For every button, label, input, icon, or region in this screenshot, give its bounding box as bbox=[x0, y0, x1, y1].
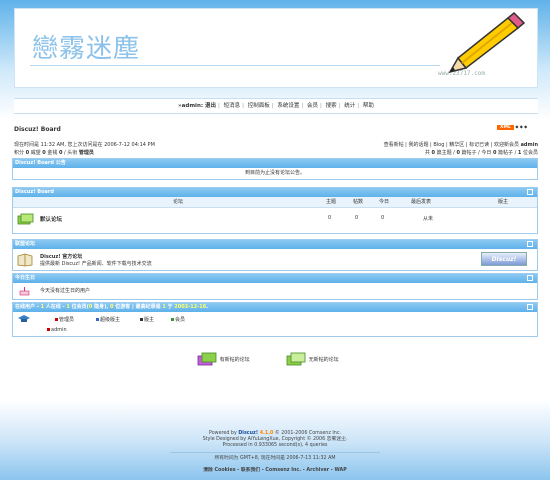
birthday-section: 今日生日 今天没有过生日的用户 bbox=[12, 273, 538, 300]
legend-new-posts: 有新帖的论坛 bbox=[196, 352, 250, 367]
legend-mod: 版主 bbox=[140, 316, 154, 323]
book-icon bbox=[17, 253, 33, 267]
quick-links: 查看新帖 | 我的话题 | Blog | 精华区 | 标记已读 | 欢迎新会员 … bbox=[384, 141, 538, 157]
menu-stats[interactable]: 统计 bbox=[344, 103, 355, 109]
birthday-text: 今天没有过生日的用户 bbox=[40, 288, 91, 294]
col-today: 今日 bbox=[379, 199, 390, 205]
site-logo[interactable]: 戀霧迷塵 bbox=[32, 28, 140, 65]
processing-time: Processed in 0.933065 second(s), 4 queri… bbox=[222, 443, 328, 448]
discuz-logo-button[interactable]: Discuz! bbox=[481, 252, 527, 266]
collapse-icon[interactable] bbox=[527, 241, 533, 247]
table-row: 默认论坛 0 0 0 从未 bbox=[13, 208, 537, 230]
no-new-posts-icon bbox=[286, 352, 306, 366]
pencil-icon bbox=[448, 11, 526, 74]
top-menu: »admin: 退出 | 短消息 | 控制面板 | 系统设置 | 会员 | 搜索 | 统计 |… bbox=[14, 98, 538, 114]
col-topics: 主题 bbox=[326, 199, 337, 205]
collapse-icon[interactable] bbox=[527, 189, 533, 195]
forum-list-header: Discuz! Board bbox=[13, 188, 537, 197]
announcement-section: Discuz! Board 公告 到目前为止没有论坛公告。 bbox=[12, 158, 538, 180]
partner-forum-link[interactable]: Discuz! 官方论坛 bbox=[40, 253, 82, 260]
forum-posts: 0 bbox=[355, 215, 359, 221]
forum-list-section: Discuz! Board 论坛 主题 帖数 今日 最后发表 版主 默认论坛 0… bbox=[12, 187, 538, 234]
board-title[interactable]: Discuz! Board bbox=[14, 126, 61, 133]
user-legend: 管理员 超级版主 版主 会员 bbox=[13, 312, 537, 325]
birthday-header: 今日生日 bbox=[13, 274, 537, 283]
announcement-text: 到目前为止没有论坛公告。 bbox=[244, 170, 305, 176]
user-credits: 积分 0 威望 0 金钱 0 / 头衔 管理员 bbox=[14, 150, 94, 156]
graduation-cap-icon bbox=[18, 315, 30, 322]
feed-controls: XML ◆ ◆ ◆ bbox=[497, 124, 527, 130]
menu-members[interactable]: 会员 bbox=[307, 103, 318, 109]
user-info: 现在时间是 11:32 AM, 您上次访问是在 2006-7-12 04:14 … bbox=[14, 141, 155, 157]
forum-status-icon bbox=[17, 213, 34, 225]
quick-link-list[interactable]: 查看新帖 | 我的话题 | Blog | 精华区 | 标记已读 | 欢迎新会员 … bbox=[384, 141, 538, 149]
board-stats: 共 0 篇主题 / 0 篇帖子 / 今日 0 篇帖子 / 1 位会员 bbox=[424, 150, 538, 156]
footer-time: 所有时间为 GMT+8, 现在时间是 2006-7-13 11:32 AM bbox=[214, 456, 336, 461]
list-item: 今天没有过生日的用户 bbox=[13, 283, 537, 300]
partner-forums-header: 联盟论坛 bbox=[13, 240, 537, 249]
menu-help[interactable]: 帮助 bbox=[363, 103, 374, 109]
announcement-header: Discuz! Board 公告 bbox=[13, 159, 537, 168]
menu-control-panel[interactable]: 控制面板 bbox=[248, 103, 270, 109]
menu-system-settings[interactable]: 系统设置 bbox=[277, 103, 299, 109]
footer-divider bbox=[170, 452, 380, 453]
forum-column-headers: 论坛 主题 帖数 今日 最后发表 版主 bbox=[13, 197, 537, 208]
forum-name-link[interactable]: 默认论坛 bbox=[40, 215, 62, 223]
xml-feed-button[interactable]: XML bbox=[497, 125, 514, 130]
menu-messages[interactable]: 短消息 bbox=[224, 103, 241, 109]
online-user-list: admin bbox=[13, 325, 537, 336]
col-last-post: 最后发表 bbox=[411, 199, 432, 205]
style-dots[interactable]: ◆ ◆ ◆ bbox=[515, 124, 527, 129]
list-item: Discuz! 官方论坛 提供最新 Discuz! 产品新闻、软件下载与技术交流… bbox=[13, 249, 537, 271]
legend-no-new-posts: 无新帖的论坛 bbox=[285, 352, 339, 367]
col-posts: 帖数 bbox=[353, 199, 364, 205]
footer-links[interactable]: 清除 Cookies - 联系我们 - Comsenz Inc. - Archi… bbox=[0, 468, 550, 474]
forum-today: 0 bbox=[381, 215, 385, 221]
forum-topics: 0 bbox=[328, 215, 332, 221]
cake-icon bbox=[19, 287, 30, 296]
menu-search[interactable]: 搜索 bbox=[326, 103, 337, 109]
logo-underline bbox=[30, 65, 440, 66]
menu-logout[interactable]: »admin: 退出 bbox=[178, 103, 216, 109]
new-posts-icon bbox=[197, 352, 217, 366]
legend-supermod: 超级版主 bbox=[96, 316, 120, 323]
online-user-admin[interactable]: admin bbox=[47, 327, 67, 333]
legend-member: 会员 bbox=[171, 316, 185, 323]
collapse-icon[interactable] bbox=[527, 275, 533, 281]
online-users-header: 在线用户 - 1 人在线 - 1 位会员(0 隐身), 0 位游客 | 最高纪录… bbox=[13, 303, 537, 312]
online-users-section: 在线用户 - 1 人在线 - 1 位会员(0 隐身), 0 位游客 | 最高纪录… bbox=[12, 302, 538, 337]
legend-admin: 管理员 bbox=[55, 316, 74, 323]
collapse-icon[interactable] bbox=[527, 304, 533, 310]
col-forum: 论坛 bbox=[173, 199, 184, 205]
col-moderator: 版主 bbox=[498, 199, 509, 205]
partner-forums-section: 联盟论坛 Discuz! 官方论坛 提供最新 Discuz! 产品新闻、软件下载… bbox=[12, 239, 538, 271]
partner-forum-desc: 提供最新 Discuz! 产品新闻、软件下载与技术交流 bbox=[40, 261, 152, 267]
time-info: 现在时间是 11:32 AM, 您上次访问是在 2006-7-12 04:14 … bbox=[14, 142, 155, 148]
footer: Powered by Discuz! 4.1.0 © 2001-2006 Com… bbox=[0, 431, 550, 449]
forum-last-post: 从未 bbox=[423, 216, 434, 222]
